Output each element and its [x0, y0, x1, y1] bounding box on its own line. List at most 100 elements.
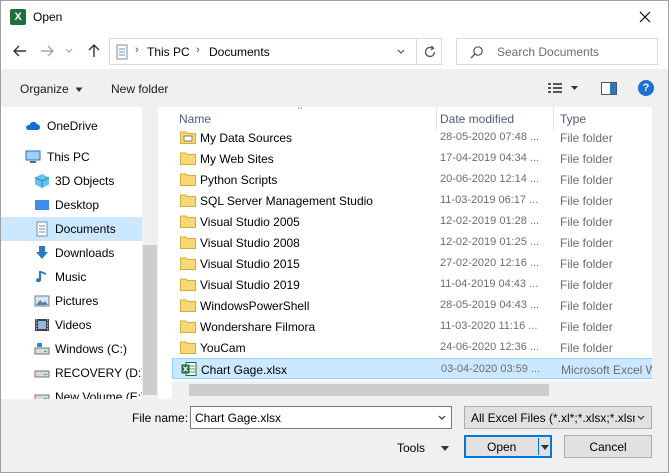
file-row-visual-studio-2019[interactable]: Visual Studio 2019 11-04-2019 04:43 ... …	[172, 274, 668, 295]
file-row-my-data-sources[interactable]: My Data Sources 28-05-2020 07:48 ... Fil…	[172, 127, 668, 148]
organize-button[interactable]: Organize	[20, 82, 83, 96]
breadcrumb-separator: ›	[196, 44, 200, 56]
file-row-my-web-sites[interactable]: My Web Sites 17-04-2019 04:34 ... File f…	[172, 148, 668, 169]
file-row-visual-studio-2015[interactable]: Visual Studio 2015 27-02-2020 12:16 ... …	[172, 253, 668, 274]
file-name: My Web Sites	[200, 152, 274, 166]
sidebar-item-downloads[interactable]: Downloads	[1, 241, 142, 265]
file-name-dropdown-button[interactable]	[436, 411, 448, 425]
file-type: File folder	[560, 320, 613, 334]
change-view-button[interactable]	[545, 79, 581, 97]
navigation-scrollbar-thumb[interactable]	[143, 245, 157, 395]
sidebar-item-windows-c[interactable]: Windows (C:)	[1, 337, 142, 361]
document-icon	[36, 221, 48, 237]
file-list[interactable]: ^ Name Date modified Type My Data Source…	[172, 107, 668, 399]
refresh-button[interactable]	[416, 39, 442, 64]
sidebar-item-new-volume-e[interactable]: New Volume (E:)	[1, 385, 145, 399]
arrow-right-icon	[41, 45, 54, 57]
arrow-up-icon	[88, 44, 100, 57]
file-type-filter-select[interactable]: All Excel Files (*.xl*;*.xlsx;*.xlsm	[464, 406, 652, 429]
search-input[interactable]: Search Documents	[497, 45, 599, 59]
chevron-down-icon	[637, 415, 645, 420]
file-type: File folder	[560, 152, 613, 166]
file-type: File folder	[560, 173, 613, 187]
file-name-input[interactable]: Chart Gage.xlsx	[190, 406, 452, 429]
sidebar-item-label: Desktop	[55, 198, 100, 212]
preview-pane-button[interactable]	[599, 79, 619, 97]
breadcrumb-documents[interactable]: Documents	[209, 45, 270, 59]
search-box[interactable]: Search Documents	[456, 38, 658, 65]
column-header-type[interactable]: Type	[554, 107, 654, 129]
file-type: Microsoft Excel W	[561, 363, 658, 377]
chevron-down-icon	[65, 48, 73, 53]
tools-button[interactable]: Tools	[397, 441, 425, 455]
address-dropdown-button[interactable]	[393, 43, 409, 61]
filter-dropdown-button[interactable]	[635, 411, 647, 425]
command-bar: Organize New folder ?	[1, 69, 668, 107]
sidebar-item-label: Downloads	[55, 246, 115, 260]
drive-icon	[34, 370, 50, 378]
close-button[interactable]	[622, 1, 668, 32]
folder-icon	[180, 299, 196, 312]
recent-locations-button[interactable]	[63, 42, 75, 60]
sidebar-item-this-pc[interactable]: This PC	[1, 145, 142, 169]
sidebar-item-music[interactable]: Music	[1, 265, 142, 289]
folder-icon	[180, 341, 196, 354]
sidebar-item-onedrive[interactable]: OneDrive	[1, 114, 142, 138]
navigation-pane[interactable]: OneDrive This PC 3D Objects Desktop Docu…	[1, 107, 158, 399]
column-header-name[interactable]: Name	[172, 107, 437, 129]
file-date: 27-02-2020 12:16 ...	[440, 257, 540, 269]
file-row-visual-studio-2005[interactable]: Visual Studio 2005 12-02-2019 01:28 ... …	[172, 211, 668, 232]
breadcrumb-this-pc[interactable]: This PC	[147, 45, 190, 59]
file-row-wondershare-filmora[interactable]: Wondershare Filmora 11-03-2020 11:16 ...…	[172, 316, 668, 337]
file-date: 12-02-2019 01:28 ...	[440, 215, 540, 227]
open-options-dropdown-button[interactable]	[540, 440, 550, 454]
file-list-horizontal-scrollbar[interactable]	[172, 381, 668, 399]
sidebar-item-label: RECOVERY (D:)	[55, 366, 146, 380]
chevron-down-icon	[441, 445, 449, 451]
sidebar-item-recovery-d[interactable]: RECOVERY (D:)	[1, 361, 146, 385]
file-date: 24-06-2020 12:36 ...	[440, 341, 540, 353]
file-name: YouCam	[200, 341, 246, 355]
horizontal-scrollbar-thumb[interactable]	[189, 384, 549, 396]
file-row-python-scripts[interactable]: Python Scripts 20-06-2020 12:14 ... File…	[172, 169, 668, 190]
file-list-vertical-scrollbar[interactable]	[652, 107, 668, 381]
folder-icon	[180, 236, 196, 249]
sidebar-item-label: Pictures	[55, 294, 99, 308]
tools-dropdown-button[interactable]	[439, 441, 451, 455]
sidebar-item-3d-objects[interactable]: 3D Objects	[1, 169, 142, 193]
up-button[interactable]	[85, 42, 103, 60]
file-row-visual-studio-2008[interactable]: Visual Studio 2008 12-02-2019 01:25 ... …	[172, 232, 668, 253]
file-row-youcam[interactable]: YouCam 24-06-2020 12:36 ... File folder	[172, 337, 668, 358]
file-date: 28-05-2020 07:48 ...	[440, 131, 540, 143]
open-dialog: X Open › This PC › Documents Search Docu…	[0, 0, 669, 473]
column-header-date-modified[interactable]: Date modified	[437, 107, 554, 129]
open-button[interactable]: Open	[464, 435, 552, 458]
sidebar-item-videos[interactable]: Videos	[1, 313, 142, 337]
cancel-button[interactable]: Cancel	[564, 435, 652, 458]
search-icon	[470, 46, 483, 59]
help-button[interactable]: ?	[636, 79, 656, 97]
sidebar-item-label: OneDrive	[47, 119, 98, 133]
folder-icon	[180, 173, 196, 186]
column-header-label: Date modified	[440, 112, 515, 126]
file-date: 11-03-2019 06:17 ...	[440, 194, 539, 206]
forward-button[interactable]	[38, 42, 56, 60]
drive-icon	[34, 343, 50, 355]
new-folder-button[interactable]: New folder	[111, 82, 168, 96]
address-bar[interactable]: › This PC › Documents	[109, 38, 442, 65]
file-row-windowspowershell[interactable]: WindowsPowerShell 28-05-2019 04:43 ... F…	[172, 295, 668, 316]
folder-data-icon	[180, 131, 196, 144]
organize-label: Organize	[20, 82, 69, 96]
file-row-sql-server-management-studio[interactable]: SQL Server Management Studio 11-03-2019 …	[172, 190, 668, 211]
pane-splitter[interactable]	[158, 107, 172, 399]
sidebar-item-desktop[interactable]: Desktop	[1, 193, 142, 217]
sidebar-item-pictures[interactable]: Pictures	[1, 289, 142, 313]
sidebar-item-label: 3D Objects	[55, 174, 115, 188]
file-date: 11-03-2020 11:16 ...	[440, 320, 538, 332]
window-title: Open	[33, 10, 63, 24]
back-button[interactable]	[11, 42, 29, 60]
download-icon	[36, 246, 48, 259]
file-name: Visual Studio 2008	[200, 236, 300, 250]
file-row-chart-gage-xlsx[interactable]: Chart Gage.xlsx 03-04-2020 03:59 ... Mic…	[172, 358, 668, 379]
sidebar-item-documents[interactable]: Documents	[1, 217, 142, 241]
